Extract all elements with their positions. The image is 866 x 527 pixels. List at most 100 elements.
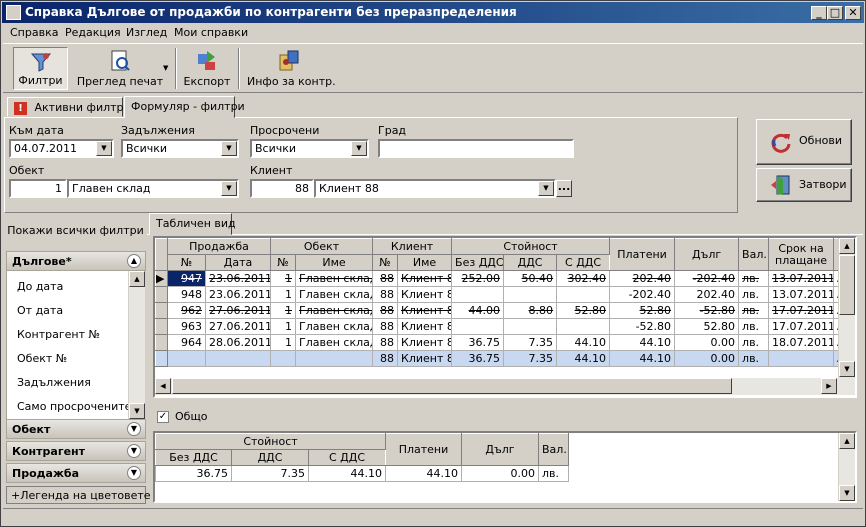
header-currency[interactable]: Вал. — [738, 238, 770, 271]
filter-item-object-no[interactable]: Обект № — [17, 352, 67, 365]
cell-client-name[interactable]: Клиент 88 — [397, 350, 453, 367]
table-row[interactable]: 88 Клиент 88 36.75 7.35 44.10 44.10 0.00… — [155, 350, 847, 367]
to-date-field[interactable]: 04.07.2011 ▼ — [9, 139, 114, 158]
cell-debt[interactable]: 52.80 — [674, 318, 740, 335]
cell-object-no[interactable]: 1 — [270, 302, 297, 319]
cell-object-name[interactable]: Главен склад — [295, 270, 374, 287]
cell-object-name[interactable]: Главен склад — [295, 318, 374, 335]
cell-debt[interactable]: 0.00 — [674, 350, 740, 367]
cell-paid[interactable]: 52.80 — [609, 302, 676, 319]
cell-vat[interactable]: 8.80 — [503, 302, 558, 319]
overdue-select[interactable]: Всички ▼ — [250, 139, 369, 158]
maximize-button[interactable]: □ — [827, 6, 843, 20]
cell-no-vat[interactable] — [451, 318, 505, 335]
chevron-down-icon[interactable]: ▼ — [127, 444, 141, 458]
totals-header-vat[interactable]: ДДС — [231, 449, 309, 466]
cell-vat[interactable]: 50.40 — [503, 270, 558, 287]
grid-vertical-scrollbar[interactable]: ▲ ▼ — [838, 238, 855, 378]
cell-currency[interactable]: лв. — [738, 334, 770, 351]
totals-header-currency[interactable]: Вал. — [538, 433, 569, 466]
tab-table-view[interactable]: Табличен вид — [149, 213, 236, 235]
cell-due-date[interactable]: 17.07.2011 — [768, 302, 835, 319]
header-vat[interactable]: ДДС — [503, 254, 558, 271]
cell-vat[interactable] — [503, 286, 558, 303]
cell-due-date[interactable]: 13.07.2011 — [768, 270, 835, 287]
tab-active-filters[interactable]: ! Активни филтри — [7, 97, 131, 117]
grid-horizontal-scrollbar[interactable]: ◀ ▶ — [155, 378, 855, 395]
overdue-dropdown-icon[interactable]: ▼ — [351, 141, 367, 156]
cell-client-no[interactable]: 88 — [372, 318, 399, 335]
totals-header-debt[interactable]: Дълг — [461, 433, 539, 466]
preview-dropdown-icon[interactable]: ▼ — [163, 64, 168, 72]
cell-client-name[interactable]: Клиент 88 — [397, 334, 453, 351]
cell-sale-date[interactable]: 28.06.2011 — [204, 334, 272, 351]
totals-vertical-scrollbar[interactable]: ▲ ▼ — [838, 433, 855, 501]
cell-sale-date[interactable] — [204, 350, 272, 367]
scroll-up-icon[interactable]: ▲ — [839, 433, 855, 449]
cell-object-no[interactable]: 1 — [270, 270, 297, 287]
table-row[interactable]: 962 27.06.2011 1 Главен склад 88 Клиент … — [155, 302, 847, 319]
scroll-thumb[interactable] — [172, 378, 732, 394]
cell-no-vat[interactable]: 44.00 — [451, 302, 505, 319]
client-browse-button[interactable]: ... — [556, 180, 572, 197]
tab-form-filters[interactable]: Формуляр - филтри — [124, 96, 245, 118]
cell-sale-no[interactable]: 948 — [167, 286, 206, 303]
cell-client-no[interactable]: 88 — [372, 286, 399, 303]
header-client-name[interactable]: Име — [397, 254, 453, 271]
header-no-vat[interactable]: Без ДДС — [451, 254, 505, 271]
cell-object-name[interactable]: Главен склад — [295, 286, 374, 303]
cell-client-name[interactable]: Клиент 88 — [397, 270, 453, 287]
header-paid[interactable]: Платени — [609, 238, 676, 271]
scroll-left-icon[interactable]: ◀ — [155, 378, 171, 394]
cell-paid[interactable]: 44.10 — [609, 350, 676, 367]
cell-vat[interactable]: 7.35 — [503, 350, 558, 367]
totals-header-with-vat[interactable]: С ДДС — [308, 449, 386, 466]
table-row[interactable]: ▶ 947 23.06.2011 1 Главен склад 88 Клиен… — [155, 270, 847, 287]
object-dropdown-icon[interactable]: ▼ — [221, 181, 237, 196]
object-number-input[interactable]: 1 — [9, 179, 67, 198]
client-dropdown-icon[interactable]: ▼ — [538, 181, 554, 196]
header-client[interactable]: Клиент — [372, 238, 453, 255]
scroll-thumb[interactable] — [839, 255, 855, 315]
cell-with-vat[interactable]: 44.10 — [556, 350, 611, 367]
table-row[interactable]: 964 28.06.2011 1 Главен склад 88 Клиент … — [155, 334, 847, 351]
cell-object-no[interactable] — [270, 350, 297, 367]
cell-sale-date[interactable]: 27.06.2011 — [204, 302, 272, 319]
cell-object-no[interactable]: 1 — [270, 334, 297, 351]
header-with-vat[interactable]: С ДДС — [556, 254, 611, 271]
cell-sale-no[interactable]: 962 — [167, 302, 206, 319]
cell-no-vat[interactable]: 36.75 — [451, 350, 505, 367]
cell-sale-date[interactable]: 23.06.2011 — [204, 286, 272, 303]
table-row[interactable]: 963 27.06.2011 1 Главен склад 88 Клиент … — [155, 318, 847, 335]
cell-object-name[interactable]: Главен склад — [295, 302, 374, 319]
total-debt[interactable]: 0.00 — [461, 465, 539, 482]
client-name-select[interactable]: Клиент 88 ▼ — [314, 179, 556, 198]
filters-button[interactable]: Филтри — [13, 47, 68, 90]
total-currency[interactable]: лв. — [538, 465, 569, 482]
group-object[interactable]: Обект ▼ — [6, 419, 146, 439]
scroll-down-icon[interactable]: ▼ — [129, 403, 145, 419]
header-object[interactable]: Обект — [270, 238, 374, 255]
cell-with-vat[interactable] — [556, 286, 611, 303]
cell-paid[interactable]: -202.40 — [609, 286, 676, 303]
export-button[interactable]: Експорт — [183, 47, 231, 90]
table-row[interactable]: 948 23.06.2011 1 Главен склад 88 Клиент … — [155, 286, 847, 303]
cell-paid[interactable]: 202.40 — [609, 270, 676, 287]
header-sale-no[interactable]: № — [167, 254, 206, 271]
cell-due-date[interactable]: 13.07.2011 — [768, 286, 835, 303]
cell-client-no[interactable]: 88 — [372, 350, 399, 367]
scroll-down-icon[interactable]: ▼ — [839, 485, 855, 501]
refresh-button[interactable]: Обнови — [756, 119, 852, 165]
cell-sale-date[interactable]: 23.06.2011 — [204, 270, 272, 287]
close-window-button[interactable]: ✕ — [845, 6, 861, 20]
cell-with-vat[interactable] — [556, 318, 611, 335]
color-legend-toggle[interactable]: +Легенда на цветовете — [6, 486, 151, 504]
cell-currency[interactable]: лв. — [738, 286, 770, 303]
header-object-name[interactable]: Име — [295, 254, 374, 271]
cell-object-name[interactable] — [295, 350, 374, 367]
print-preview-button[interactable]: Преглед печат — [76, 47, 164, 90]
chevron-down-icon[interactable]: ▼ — [127, 466, 141, 480]
menu-my-reports[interactable]: Мои справки — [174, 26, 248, 39]
header-sale[interactable]: Продажба — [166, 238, 272, 255]
totals-header-value[interactable]: Стойност — [155, 433, 386, 450]
